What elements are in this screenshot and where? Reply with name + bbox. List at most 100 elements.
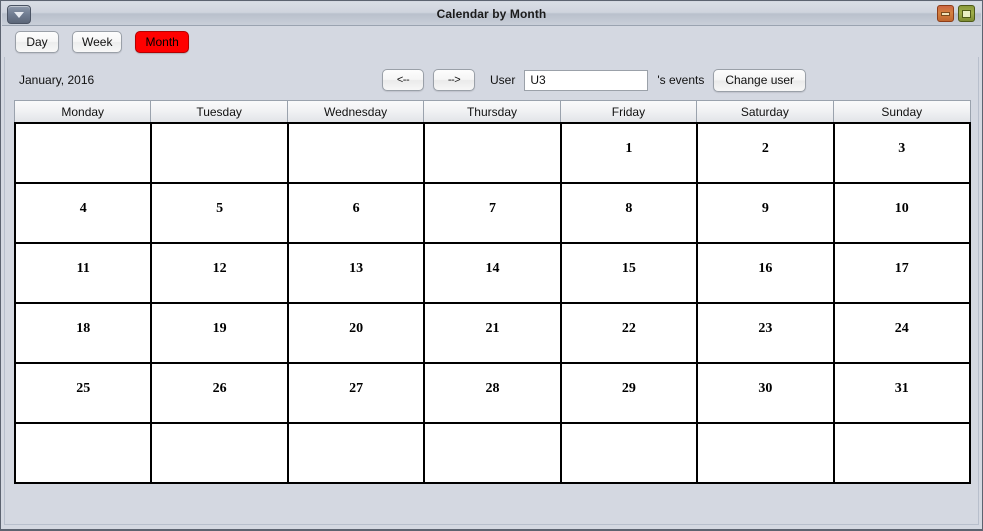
day-number: 29	[621, 381, 636, 396]
calendar-day-headers: Monday Tuesday Wednesday Thursday Friday…	[14, 100, 971, 122]
calendar-day-cell[interactable]: 13	[288, 244, 426, 304]
maximize-button[interactable]	[958, 5, 975, 22]
calendar-window: Calendar by Month Day Week Month January…	[0, 0, 983, 531]
window-controls	[937, 5, 975, 22]
day-number: 8	[625, 201, 633, 216]
view-toolbar: Day Week Month	[2, 26, 981, 57]
minimize-icon	[941, 11, 950, 16]
day-number: 1	[625, 141, 633, 156]
calendar-day-cell[interactable]	[561, 424, 699, 484]
calendar-day-cell[interactable]	[288, 124, 426, 184]
calendar-day-cell[interactable]: 12	[152, 244, 289, 304]
day-number: 19	[212, 321, 227, 336]
day-number: 10	[894, 201, 909, 216]
calendar-day-cell[interactable]: 28	[425, 364, 562, 424]
calendar-day-cell[interactable]: 15	[561, 244, 699, 304]
day-number: 18	[76, 321, 91, 336]
previous-month-button[interactable]: <--	[382, 69, 424, 91]
day-number: 28	[485, 381, 500, 396]
view-button-month[interactable]: Month	[135, 30, 189, 53]
day-header-tuesday: Tuesday	[151, 101, 288, 122]
calendar-day-cell[interactable]: 11	[16, 244, 153, 304]
day-number: 15	[621, 261, 636, 276]
calendar-day-cell[interactable]	[152, 424, 289, 484]
calendar-grid: 1 2 3 4 5 6 7 8 9 10 11 12 13 14 15 16 17 18 19 20 21 22 23 24 2…	[14, 122, 971, 484]
calendar-day-cell[interactable]: 25	[16, 364, 153, 424]
day-header-saturday: Saturday	[697, 101, 834, 122]
day-number: 3	[898, 141, 906, 156]
calendar-day-cell[interactable]: 18	[16, 304, 153, 364]
maximize-icon	[962, 9, 971, 18]
calendar-day-cell[interactable]: 19	[152, 304, 289, 364]
calendar-day-cell[interactable]: 14	[425, 244, 562, 304]
day-number: 11	[76, 261, 90, 276]
navigation-bar: January, 2016 <-- --> User U3 's events …	[2, 61, 981, 99]
calendar-day-cell[interactable]: 29	[561, 364, 699, 424]
calendar-day-cell[interactable]: 26	[152, 364, 289, 424]
calendar-day-cell[interactable]: 1	[561, 124, 699, 184]
day-number: 17	[894, 261, 909, 276]
view-button-day[interactable]: Day	[15, 30, 59, 53]
calendar-day-cell[interactable]	[16, 124, 153, 184]
next-month-button[interactable]: -->	[433, 69, 475, 91]
day-number: 12	[212, 261, 227, 276]
calendar-day-cell[interactable]	[698, 424, 835, 484]
calendar-day-cell[interactable]	[834, 424, 971, 484]
calendar-day-cell[interactable]: 3	[834, 124, 971, 184]
calendar-day-cell[interactable]: 31	[834, 364, 971, 424]
calendar-day-cell[interactable]: 7	[425, 184, 562, 244]
calendar-day-cell[interactable]: 24	[834, 304, 971, 364]
calendar-day-cell[interactable]: 16	[698, 244, 835, 304]
day-number: 16	[758, 261, 773, 276]
calendar-day-cell[interactable]	[16, 424, 153, 484]
navigation-controls: <-- --> User U3 's events Change user	[382, 68, 807, 92]
chevron-down-icon	[14, 11, 24, 18]
calendar-day-cell[interactable]	[288, 424, 426, 484]
day-number: 9	[761, 201, 769, 216]
minimize-button[interactable]	[937, 5, 954, 22]
current-month-label: January, 2016	[19, 73, 95, 87]
change-user-button[interactable]: Change user	[713, 68, 807, 92]
view-button-week[interactable]: Week	[72, 30, 123, 53]
window-title: Calendar by Month	[436, 6, 547, 21]
calendar-day-cell[interactable]: 21	[425, 304, 562, 364]
day-number: 27	[349, 381, 364, 396]
day-number: 21	[485, 321, 500, 336]
day-header-sunday: Sunday	[833, 101, 970, 122]
system-menu-button[interactable]	[7, 5, 31, 24]
day-number: 2	[761, 141, 769, 156]
calendar-day-cell[interactable]: 8	[561, 184, 699, 244]
day-number: 31	[894, 381, 909, 396]
calendar-day-cell[interactable]: 27	[288, 364, 426, 424]
calendar-day-cell[interactable]: 22	[561, 304, 699, 364]
calendar-day-cell[interactable]: 10	[834, 184, 971, 244]
day-number: 23	[758, 321, 773, 336]
day-number: 5	[216, 201, 224, 216]
day-number: 22	[621, 321, 636, 336]
day-number: 26	[212, 381, 227, 396]
day-number: 4	[79, 201, 87, 216]
calendar-month-view: Monday Tuesday Wednesday Thursday Friday…	[14, 100, 971, 484]
events-suffix-label: 's events	[657, 73, 705, 87]
calendar-day-cell[interactable]: 5	[152, 184, 289, 244]
calendar-day-cell[interactable]: 9	[698, 184, 835, 244]
calendar-day-cell[interactable]	[152, 124, 289, 184]
calendar-day-cell[interactable]	[425, 124, 562, 184]
user-input[interactable]: U3	[524, 69, 649, 91]
calendar-day-cell[interactable]: 4	[16, 184, 153, 244]
calendar-day-cell[interactable]: 2	[698, 124, 835, 184]
calendar-day-cell[interactable]: 30	[698, 364, 835, 424]
day-number: 13	[349, 261, 364, 276]
user-field-label: User	[490, 73, 516, 87]
calendar-day-cell[interactable]: 6	[288, 184, 426, 244]
calendar-day-cell[interactable]: 17	[834, 244, 971, 304]
day-number: 30	[758, 381, 773, 396]
day-header-friday: Friday	[560, 101, 698, 122]
calendar-day-cell[interactable]: 20	[288, 304, 426, 364]
day-number: 24	[894, 321, 909, 336]
calendar-day-cell[interactable]: 23	[698, 304, 835, 364]
calendar-day-cell[interactable]	[425, 424, 562, 484]
day-header-monday: Monday	[15, 101, 152, 122]
day-header-thursday: Thursday	[424, 101, 561, 122]
day-number: 14	[485, 261, 500, 276]
